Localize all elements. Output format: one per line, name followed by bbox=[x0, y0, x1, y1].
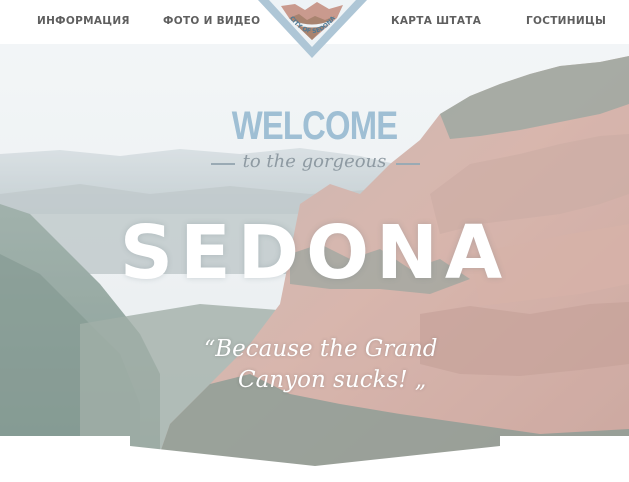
quote-close-mark: „ bbox=[414, 368, 427, 393]
city-of-sedona-logo[interactable]: CITY OF SEDONA bbox=[255, 0, 370, 60]
quote-open-mark: “ bbox=[204, 337, 216, 362]
quote-line-2-text: Canyon sucks! bbox=[238, 367, 408, 393]
hero-banner: WELCOME to the gorgeous SEDONA “Because … bbox=[0, 44, 629, 482]
nav-link-information[interactable]: ИНФОРМАЦИЯ bbox=[37, 15, 130, 27]
quote-line-2: Canyon sucks! „ bbox=[196, 365, 456, 396]
hero-quote: “Because the Grand Canyon sucks! „ bbox=[196, 334, 456, 396]
quote-line-1-text: Because the Grand bbox=[215, 336, 438, 362]
welcome-heading: WELCOME bbox=[231, 104, 398, 148]
tagline-row: to the gorgeous bbox=[0, 151, 629, 175]
logo-badge-icon: CITY OF SEDONA bbox=[258, 0, 367, 58]
page-title: SEDONA bbox=[119, 210, 510, 296]
quote-line-1: “Because the Grand bbox=[196, 334, 456, 365]
nav-link-hotels[interactable]: ГОСТИНИЦЫ bbox=[526, 15, 606, 27]
tagline-right-dash bbox=[396, 163, 420, 165]
tagline-text: to the gorgeous bbox=[242, 151, 387, 172]
nav-link-state-map[interactable]: КАРТА ШТАТА bbox=[391, 15, 481, 27]
nav-link-photo-video[interactable]: ФОТО И ВИДЕО bbox=[163, 15, 260, 27]
